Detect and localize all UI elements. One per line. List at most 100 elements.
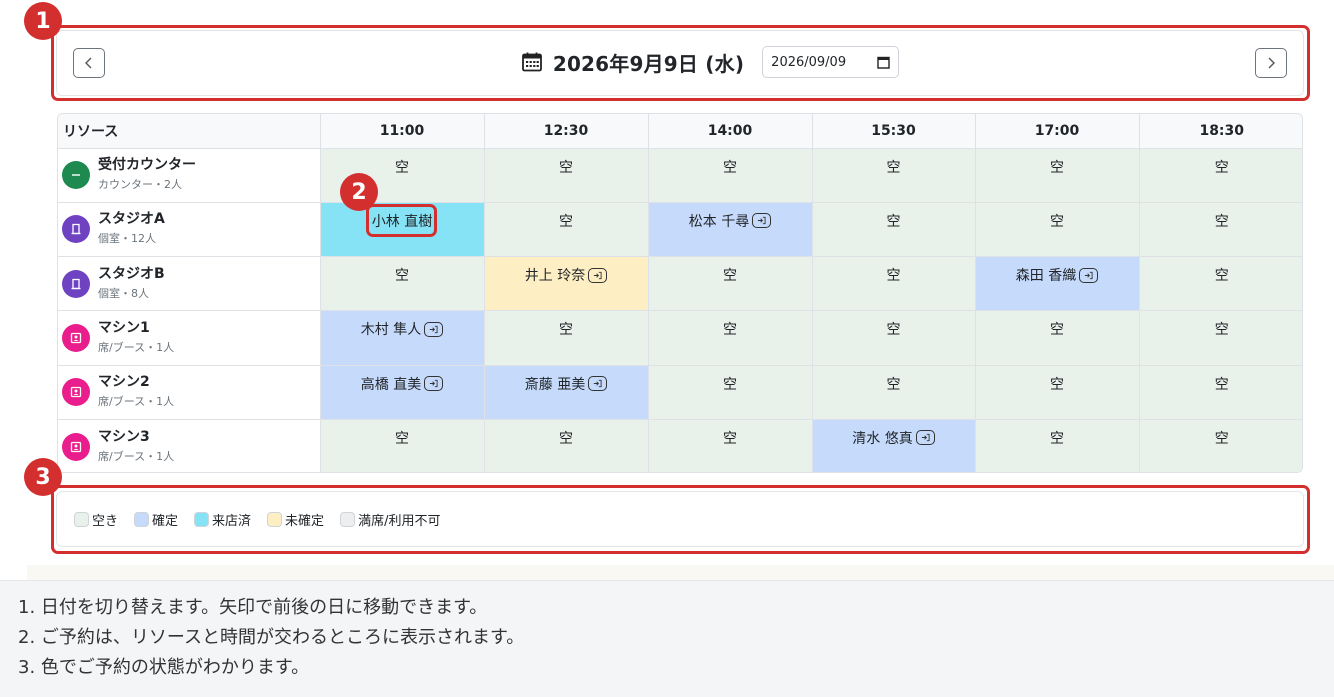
slot-empty[interactable]: 空 — [1139, 148, 1302, 203]
booking-cell[interactable]: 井上 玲奈 — [484, 256, 649, 312]
page: 2026年9月9日 (水) 2026/09/09 リソース 11:00 12:3… — [0, 0, 1334, 697]
annotation-box-2 — [366, 204, 437, 237]
resource-cell: マシン1 席/ブース・1人 — [58, 310, 321, 366]
resource-cell: マシン3 席/ブース・1人 — [58, 419, 321, 472]
note-line: 3. 色でご予約の状態がわかります。 — [18, 657, 310, 678]
slot-label: 空 — [723, 268, 737, 285]
slot-empty[interactable]: 空 — [812, 365, 976, 420]
booking-cell[interactable]: 高橋 直美 — [320, 365, 485, 420]
resource-capacity: 席/ブース・1人 — [98, 449, 175, 463]
slot-empty[interactable]: 空 — [812, 202, 976, 258]
slot-label: 空 — [559, 430, 573, 447]
slot-empty[interactable]: 空 — [648, 310, 813, 366]
slot-empty[interactable]: 空 — [648, 419, 813, 472]
table-row: スタジオA 個室・12人 小林 直樹空松本 千尋空空空 — [58, 202, 1302, 258]
check-in-icon[interactable] — [424, 321, 444, 337]
slot-label: 空 — [559, 322, 573, 339]
slot-empty[interactable]: 空 — [812, 256, 976, 312]
booking-name: 高橋 直美 — [360, 376, 422, 393]
booth-icon — [62, 324, 90, 353]
slot-label: 空 — [886, 213, 901, 230]
booking-name: 清水 悠真 — [852, 430, 913, 447]
annotation-badge-3: 3 — [24, 458, 62, 496]
instruction-notes: 1. 日付を切り替えます。矢印で前後の日に移動できます。 2. ご予約は、リソー… — [0, 580, 1334, 697]
slot-empty[interactable]: 空 — [1139, 202, 1302, 258]
booking-name: 松本 千尋 — [688, 213, 750, 230]
check-in-icon[interactable] — [915, 430, 935, 446]
slot-empty[interactable]: 空 — [1139, 310, 1302, 366]
slot-empty[interactable]: 空 — [1139, 256, 1302, 312]
slot-label: 空 — [1050, 322, 1064, 339]
booking-cell[interactable]: 松本 千尋 — [648, 202, 813, 258]
column-header-time: 12:30 — [484, 114, 649, 149]
resource-name: マシン3 — [98, 428, 150, 445]
slot-empty[interactable]: 空 — [975, 365, 1140, 420]
slot-empty[interactable]: 空 — [812, 148, 976, 203]
slot-empty[interactable]: 空 — [320, 256, 485, 312]
booking-cell[interactable]: 木村 隼人 — [320, 310, 485, 366]
slot-label: 空 — [1214, 376, 1229, 393]
slot-empty[interactable]: 空 — [812, 310, 976, 366]
slot-label: 空 — [395, 159, 409, 176]
slot-label: 空 — [1050, 376, 1064, 393]
slot-label: 空 — [723, 322, 737, 339]
slot-empty[interactable]: 空 — [648, 256, 813, 312]
slot-empty[interactable]: 空 — [648, 148, 813, 203]
slot-label: 空 — [886, 268, 901, 285]
resource-name: 受付カウンター — [98, 157, 196, 174]
booking-name: 木村 隼人 — [360, 322, 422, 339]
resource-capacity: 席/ブース・1人 — [98, 395, 175, 409]
resource-capacity: 個室・8人 — [98, 286, 149, 300]
booking-name: 斎藤 亜美 — [524, 376, 586, 393]
resource-name: スタジオA — [98, 211, 165, 228]
annotation-badge-1: 1 — [24, 2, 62, 40]
slot-label: 空 — [559, 213, 573, 230]
slot-empty[interactable]: 空 — [975, 419, 1140, 472]
check-in-icon[interactable] — [588, 376, 608, 392]
note-line: 2. ご予約は、リソースと時間が交わるところに表示されます。 — [18, 627, 525, 648]
slot-empty[interactable]: 空 — [484, 202, 649, 258]
check-in-icon[interactable] — [752, 213, 772, 229]
slot-empty[interactable]: 空 — [648, 365, 813, 420]
booking-cell[interactable]: 斎藤 亜美 — [484, 365, 649, 420]
slot-label: 空 — [1214, 213, 1229, 230]
counter-icon — [62, 161, 90, 190]
booking-name: 井上 玲奈 — [524, 268, 586, 285]
annotation-box-3 — [51, 485, 1310, 554]
slot-empty[interactable]: 空 — [484, 419, 649, 472]
booking-name: 森田 香織 — [1015, 268, 1077, 285]
slot-empty[interactable]: 空 — [484, 148, 649, 203]
slot-empty[interactable]: 空 — [320, 419, 485, 472]
resource-name: マシン2 — [98, 374, 150, 391]
door-icon — [62, 269, 90, 298]
resource-name: スタジオB — [98, 265, 165, 282]
resource-cell: 受付カウンター カウンター・2人 — [58, 148, 321, 203]
slot-empty[interactable]: 空 — [1139, 419, 1302, 472]
slot-label: 空 — [723, 159, 737, 176]
note-line: 1. 日付を切り替えます。矢印で前後の日に移動できます。 — [18, 597, 488, 618]
slot-empty[interactable]: 空 — [484, 310, 649, 366]
slot-label: 空 — [1050, 213, 1064, 230]
booth-icon — [62, 432, 90, 461]
check-in-icon[interactable] — [588, 267, 608, 283]
slot-label: 空 — [723, 430, 737, 447]
resource-capacity: カウンター・2人 — [98, 178, 182, 192]
table-row: スタジオB 個室・8人 空 井上 玲奈 空 空 森田 香織 空 — [58, 256, 1302, 312]
check-in-icon[interactable] — [424, 376, 444, 392]
annotation-badge-2: 2 — [340, 173, 378, 211]
check-in-icon[interactable] — [1079, 267, 1099, 283]
slot-empty[interactable]: 空 — [1139, 365, 1302, 420]
header-row: リソース 11:00 12:30 14:00 15:30 17:00 18:30 — [58, 114, 1302, 149]
resource-cell: スタジオA 個室・12人 — [58, 202, 321, 258]
slot-label: 空 — [1050, 430, 1064, 447]
slot-empty[interactable]: 空 — [975, 148, 1140, 203]
column-header-time: 18:30 — [1139, 114, 1302, 149]
slot-empty[interactable]: 空 — [975, 202, 1140, 258]
booking-cell[interactable]: 清水 悠真 — [812, 419, 976, 472]
column-header-resource: リソース — [58, 114, 321, 149]
slot-label: 空 — [395, 268, 409, 285]
column-header-time: 17:00 — [975, 114, 1140, 149]
annotation-box-1 — [51, 25, 1310, 101]
slot-empty[interactable]: 空 — [975, 310, 1140, 366]
booking-cell[interactable]: 森田 香織 — [975, 256, 1140, 312]
